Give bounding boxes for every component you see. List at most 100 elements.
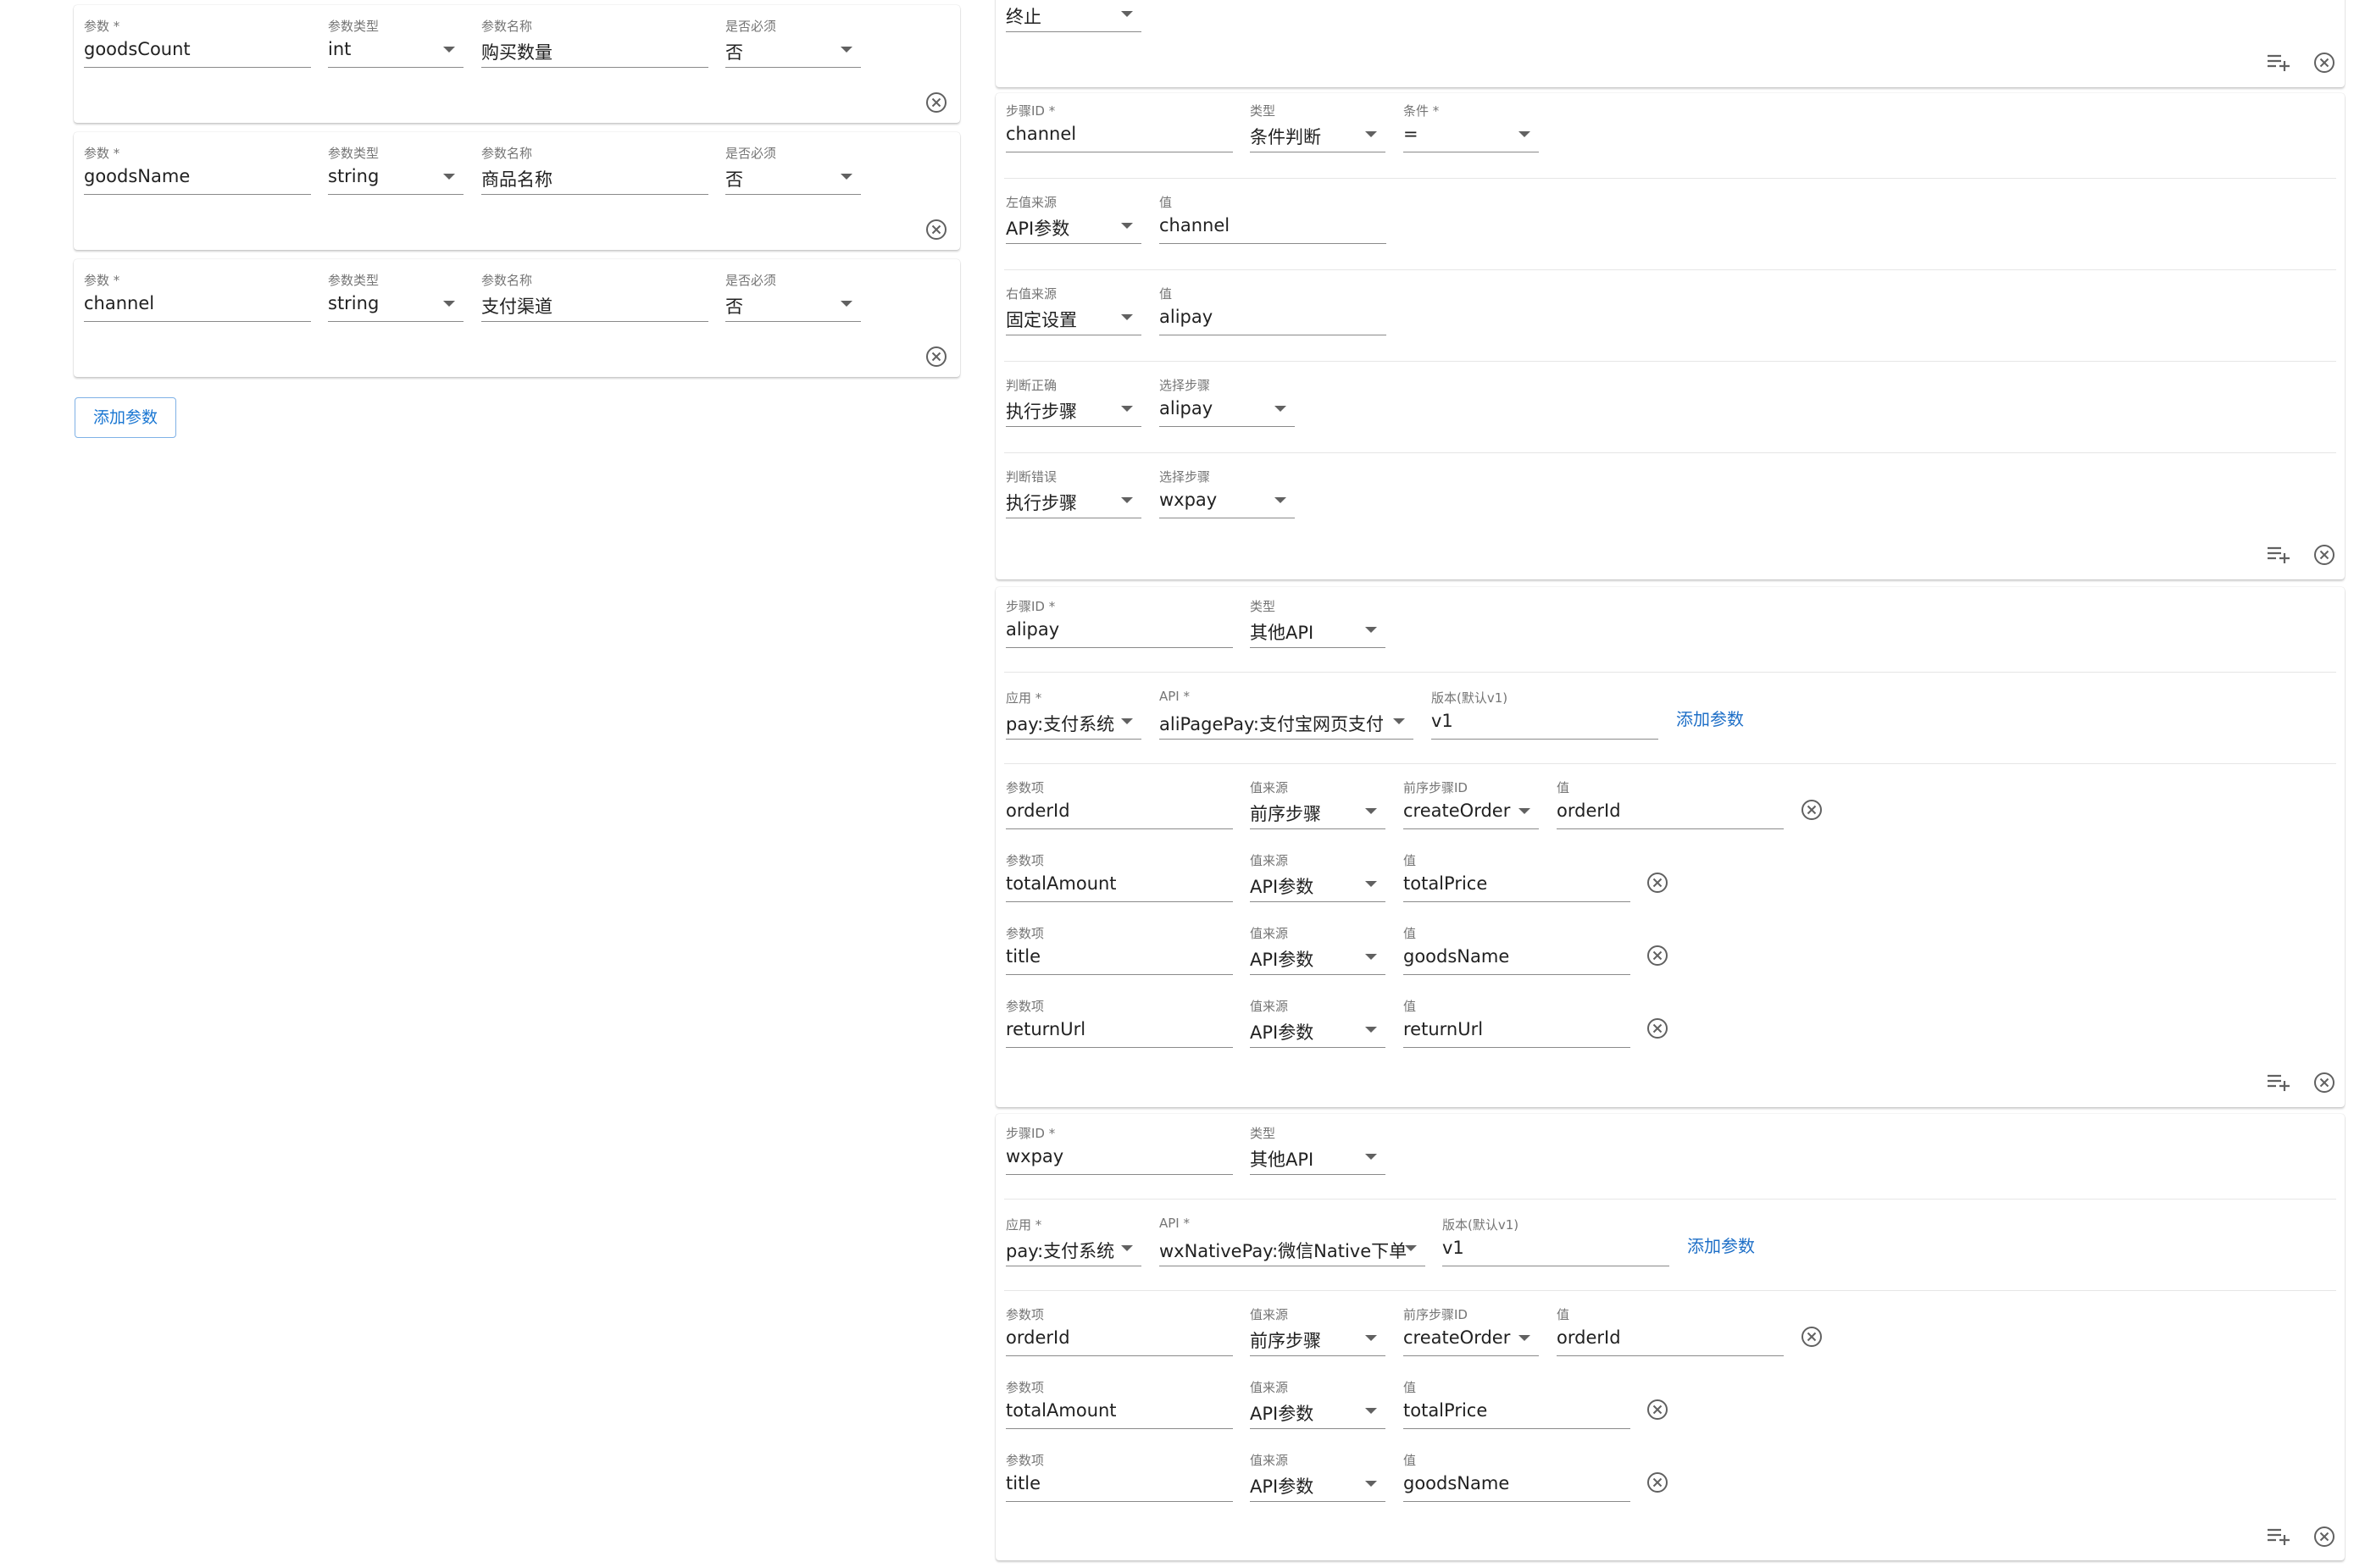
- chevron-down-icon: [1365, 1154, 1377, 1160]
- param-field[interactable]: 参数 * goodsName: [84, 144, 311, 195]
- close-icon[interactable]: [925, 346, 947, 368]
- close-icon[interactable]: [1646, 1471, 1668, 1493]
- param-field[interactable]: 参数 * goodsCount: [84, 17, 311, 68]
- field-label: 值: [1403, 1380, 1417, 1395]
- field-label: 参数 *: [84, 273, 120, 288]
- param-required-select[interactable]: 是否必须 否: [725, 271, 861, 322]
- value-field[interactable]: 值 returnUrl: [1403, 997, 1630, 1048]
- add-param-link[interactable]: 添加参数: [1676, 706, 1744, 730]
- field-label: 参数项: [1006, 853, 1045, 868]
- param-item-field[interactable]: 参数项 returnUrl: [1006, 997, 1233, 1048]
- field-value: totalPrice: [1403, 873, 1488, 894]
- playlist-add-icon[interactable]: [2267, 53, 2290, 72]
- app-select[interactable]: 应用 * pay:支付系统: [1006, 689, 1141, 740]
- close-icon[interactable]: [2313, 1526, 2335, 1548]
- param-item-field[interactable]: 参数项 totalAmount: [1006, 851, 1233, 902]
- close-icon[interactable]: [2313, 52, 2335, 74]
- value-source-select[interactable]: 值来源 API参数: [1250, 924, 1385, 975]
- chevron-down-icon: [443, 301, 455, 307]
- value-field[interactable]: 值 goodsName: [1403, 1451, 1630, 1502]
- field-label: 选择步骤: [1159, 378, 1211, 393]
- add-param-button[interactable]: 添加参数: [75, 397, 176, 438]
- param-type-select[interactable]: 参数类型 string: [328, 271, 464, 322]
- value-source-select[interactable]: 值来源 API参数: [1250, 1378, 1385, 1429]
- action-select[interactable]: 终止: [1006, 0, 1141, 32]
- value-source-select[interactable]: 值来源 前序步骤: [1250, 1305, 1385, 1356]
- close-icon[interactable]: [2313, 544, 2335, 566]
- param-item-field[interactable]: 参数项 orderId: [1006, 1305, 1233, 1356]
- chevron-down-icon: [1365, 881, 1377, 887]
- close-icon[interactable]: [1646, 1017, 1668, 1039]
- field-label: 值: [1403, 926, 1417, 941]
- app-select[interactable]: 应用 * pay:支付系统: [1006, 1216, 1141, 1266]
- field-value: =: [1403, 124, 1418, 144]
- param-item-field[interactable]: 参数项 totalAmount: [1006, 1378, 1233, 1429]
- false-step-select[interactable]: 选择步骤 wxpay: [1159, 468, 1295, 518]
- chevron-down-icon: [1121, 223, 1133, 229]
- value-field[interactable]: 值 totalPrice: [1403, 1378, 1630, 1429]
- param-name-field[interactable]: 参数名称 支付渠道: [481, 271, 708, 322]
- field-label: 值来源: [1250, 999, 1289, 1014]
- param-name-field[interactable]: 参数名称 商品名称: [481, 144, 708, 195]
- param-name-field[interactable]: 参数名称 购买数量: [481, 17, 708, 68]
- close-icon[interactable]: [2313, 1072, 2335, 1094]
- api-select[interactable]: API * aliPagePay:支付宝网页支付: [1159, 689, 1413, 740]
- step-id-field[interactable]: 步骤ID * channel: [1006, 102, 1233, 152]
- version-field[interactable]: 版本(默认v1) v1: [1442, 1216, 1669, 1266]
- param-required-select[interactable]: 是否必须 否: [725, 17, 861, 68]
- param-required-select[interactable]: 是否必须 否: [725, 144, 861, 195]
- field-value: 终止: [1006, 7, 1041, 27]
- divider: [1004, 361, 2336, 362]
- left-value-source-select[interactable]: 左值来源 API参数: [1006, 193, 1141, 244]
- field-value: 购买数量: [481, 42, 552, 63]
- field-label: 值来源: [1250, 780, 1289, 795]
- field-value: totalAmount: [1006, 873, 1117, 894]
- step-id-field[interactable]: 步骤ID * wxpay: [1006, 1124, 1233, 1175]
- step-type-select[interactable]: 类型 其他API: [1250, 597, 1385, 648]
- field-value: 执行步骤: [1006, 402, 1077, 422]
- param-item-field[interactable]: 参数项 title: [1006, 1451, 1233, 1502]
- field-value: returnUrl: [1403, 1019, 1484, 1039]
- left-value-field[interactable]: 值 channel: [1159, 193, 1386, 244]
- param-item-field[interactable]: 参数项 orderId: [1006, 778, 1233, 829]
- param-type-select[interactable]: 参数类型 int: [328, 17, 464, 68]
- field-label: 判断正确: [1006, 378, 1058, 393]
- playlist-add-icon[interactable]: [2267, 1073, 2290, 1092]
- playlist-add-icon[interactable]: [2267, 1527, 2290, 1546]
- step-type-select[interactable]: 类型 条件判断: [1250, 102, 1385, 152]
- param-field[interactable]: 参数 * channel: [84, 271, 311, 322]
- close-icon[interactable]: [1646, 1399, 1668, 1421]
- value-source-select[interactable]: 值来源 API参数: [1250, 997, 1385, 1048]
- param-item-field[interactable]: 参数项 title: [1006, 924, 1233, 975]
- close-icon[interactable]: [1801, 799, 1823, 821]
- prev-step-select[interactable]: 前序步骤ID createOrder: [1403, 1305, 1539, 1356]
- field-value: API参数: [1250, 1404, 1314, 1424]
- right-value-field[interactable]: 值 alipay: [1159, 285, 1386, 335]
- api-select[interactable]: API * wxNativePay:微信Native下单: [1159, 1216, 1425, 1266]
- add-param-link[interactable]: 添加参数: [1687, 1233, 1755, 1257]
- true-step-select[interactable]: 选择步骤 alipay: [1159, 376, 1295, 427]
- condition-select[interactable]: 条件 * =: [1403, 102, 1539, 152]
- field-value: createOrder: [1403, 801, 1511, 821]
- playlist-add-icon[interactable]: [2267, 546, 2290, 564]
- param-type-select[interactable]: 参数类型 string: [328, 144, 464, 195]
- close-icon[interactable]: [1646, 872, 1668, 894]
- close-icon[interactable]: [1801, 1326, 1823, 1348]
- value-field[interactable]: 值 orderId: [1557, 778, 1784, 829]
- value-field[interactable]: 值 goodsName: [1403, 924, 1630, 975]
- prev-step-select[interactable]: 前序步骤ID createOrder: [1403, 778, 1539, 829]
- false-action-select[interactable]: 判断错误 执行步骤: [1006, 468, 1141, 518]
- value-field[interactable]: 值 totalPrice: [1403, 851, 1630, 902]
- true-action-select[interactable]: 判断正确 执行步骤: [1006, 376, 1141, 427]
- close-icon[interactable]: [925, 91, 947, 114]
- version-field[interactable]: 版本(默认v1) v1: [1431, 689, 1658, 740]
- value-field[interactable]: 值 orderId: [1557, 1305, 1784, 1356]
- close-icon[interactable]: [1646, 945, 1668, 967]
- value-source-select[interactable]: 值来源 API参数: [1250, 851, 1385, 902]
- value-source-select[interactable]: 值来源 API参数: [1250, 1451, 1385, 1502]
- right-value-source-select[interactable]: 右值来源 固定设置: [1006, 285, 1141, 335]
- value-source-select[interactable]: 值来源 前序步骤: [1250, 778, 1385, 829]
- close-icon[interactable]: [925, 219, 947, 241]
- step-type-select[interactable]: 类型 其他API: [1250, 1124, 1385, 1175]
- step-id-field[interactable]: 步骤ID * alipay: [1006, 597, 1233, 648]
